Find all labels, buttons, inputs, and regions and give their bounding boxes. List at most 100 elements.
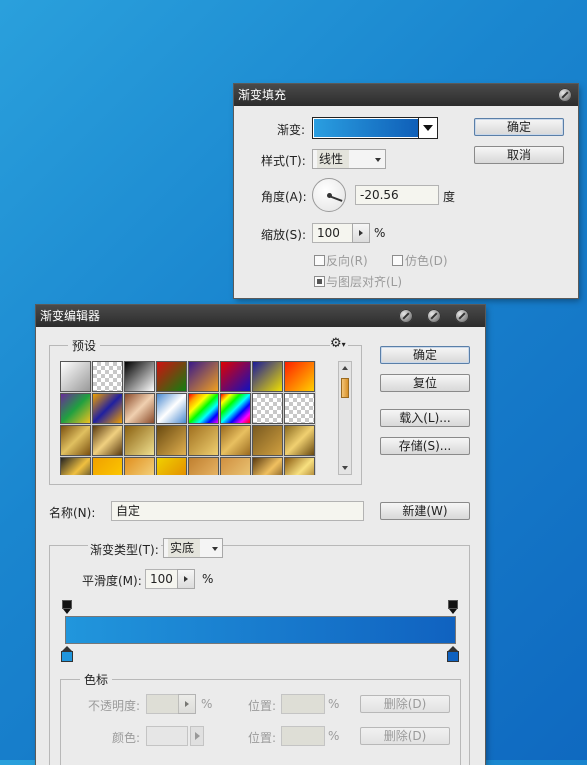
presets-scrollbar[interactable]: [338, 361, 352, 475]
dither-checkbox[interactable]: [392, 255, 403, 266]
preset-swatch[interactable]: [188, 457, 219, 475]
style-label: 样式(T):: [261, 154, 306, 168]
preset-swatch[interactable]: [252, 393, 283, 424]
ok-button[interactable]: 确定: [474, 118, 564, 136]
scroll-thumb[interactable]: [341, 378, 349, 398]
scale-unit: %: [374, 226, 386, 240]
angle-dial-center: [327, 193, 332, 198]
preset-swatch[interactable]: [60, 361, 91, 392]
preset-swatch[interactable]: [284, 393, 315, 424]
gradient-fill-dialog: 渐变填充 渐变: 样式(T): 线性 角度(A): -20.56 度 缩放(S)…: [234, 84, 578, 298]
preset-swatch[interactable]: [220, 425, 251, 456]
align-with-layer-label: 与图层对齐(L): [326, 275, 403, 289]
opacity-stop-left[interactable]: [62, 600, 72, 614]
preset-swatch[interactable]: [92, 425, 123, 456]
gradient-editor-title: 渐变编辑器: [40, 309, 101, 323]
preset-swatch[interactable]: [188, 393, 219, 424]
color-location-unit: %: [328, 729, 340, 743]
gradient-label: 渐变:: [277, 123, 306, 137]
opacity-location-unit: %: [328, 697, 340, 711]
gear-icon[interactable]: ⚙▾: [330, 337, 348, 351]
preset-swatch[interactable]: [124, 393, 155, 424]
gradient-type-value: 实底: [168, 539, 201, 557]
preset-swatch[interactable]: [60, 393, 91, 424]
preset-swatch[interactable]: [124, 457, 155, 475]
close-icon[interactable]: [558, 88, 572, 102]
color-stops-group: [60, 679, 461, 765]
style-select-value: 线性: [317, 150, 350, 168]
color-well-arrow: [190, 726, 204, 746]
scale-input[interactable]: 100: [312, 223, 370, 243]
preset-swatch[interactable]: [156, 393, 187, 424]
preset-swatch[interactable]: [188, 361, 219, 392]
scroll-up-icon[interactable]: [342, 366, 348, 370]
preset-swatch[interactable]: [124, 361, 155, 392]
gradient-fill-titlebar[interactable]: 渐变填充: [234, 84, 578, 106]
gradient-picker[interactable]: [312, 117, 438, 139]
close-icon[interactable]: [455, 309, 469, 323]
preset-swatch[interactable]: [252, 361, 283, 392]
gradient-fill-title: 渐变填充: [238, 88, 287, 102]
opacity-input: [146, 694, 196, 714]
scale-stepper[interactable]: [352, 223, 370, 243]
preset-swatch[interactable]: [284, 425, 315, 456]
color-well: [146, 726, 188, 746]
preset-swatch[interactable]: [220, 393, 251, 424]
reset-button[interactable]: 复位: [380, 374, 470, 392]
preset-swatch[interactable]: [156, 425, 187, 456]
new-button[interactable]: 新建(W): [380, 502, 470, 520]
opacity-location-input: [281, 694, 325, 714]
gradient-dropdown-button[interactable]: [418, 118, 437, 138]
preset-swatch[interactable]: [60, 457, 91, 475]
chevron-down-icon: [375, 158, 381, 162]
opacity-location-label: 位置:: [248, 699, 277, 713]
maximize-icon[interactable]: [427, 309, 441, 323]
preset-swatch[interactable]: [92, 361, 123, 392]
preset-swatch[interactable]: [284, 361, 315, 392]
color-label: 颜色:: [112, 731, 141, 745]
gradient-type-label: 渐变类型(T):: [88, 541, 161, 558]
preset-swatch[interactable]: [92, 457, 123, 475]
gradient-preview[interactable]: [314, 119, 418, 137]
preset-swatch[interactable]: [220, 361, 251, 392]
smoothness-label: 平滑度(M):: [82, 574, 142, 588]
save-button[interactable]: 存储(S)...: [380, 437, 470, 455]
color-stop-left[interactable]: [61, 646, 73, 662]
style-select[interactable]: 线性: [312, 149, 386, 169]
preset-swatch[interactable]: [156, 361, 187, 392]
smoothness-input[interactable]: 100: [145, 569, 195, 589]
scale-input-value: 100: [317, 226, 340, 240]
ok-button[interactable]: 确定: [380, 346, 470, 364]
reverse-checkbox[interactable]: [314, 255, 325, 266]
gradient-editor-dialog: 渐变编辑器 预设 ⚙▾ 确定 复位 载入(L)... 存储(S)... 名称(N…: [36, 305, 485, 765]
gradient-bar[interactable]: [65, 616, 456, 644]
chevron-down-icon: [212, 547, 218, 551]
minimize-icon[interactable]: [399, 309, 413, 323]
angle-dial[interactable]: [312, 178, 346, 212]
smoothness-stepper[interactable]: [177, 569, 195, 589]
opacity-label: 不透明度:: [88, 699, 141, 713]
preset-swatch[interactable]: [252, 457, 283, 475]
align-with-layer-checkbox[interactable]: [314, 276, 325, 287]
preset-swatch[interactable]: [156, 457, 187, 475]
scroll-down-icon[interactable]: [342, 466, 348, 470]
preset-swatch[interactable]: [284, 457, 315, 475]
preset-swatch[interactable]: [92, 393, 123, 424]
preset-swatch[interactable]: [252, 425, 283, 456]
preset-swatch[interactable]: [220, 457, 251, 475]
preset-swatch[interactable]: [60, 425, 91, 456]
gradient-editor-titlebar[interactable]: 渐变编辑器: [36, 305, 485, 327]
gradient-type-select[interactable]: 实底: [163, 538, 223, 558]
color-stop-right[interactable]: [447, 646, 459, 662]
opacity-stop-right[interactable]: [448, 600, 458, 614]
preset-swatch[interactable]: [124, 425, 155, 456]
load-button[interactable]: 载入(L)...: [380, 409, 470, 427]
opacity-stepper: [178, 694, 196, 714]
smoothness-unit: %: [202, 572, 214, 586]
cancel-button[interactable]: 取消: [474, 146, 564, 164]
angle-input[interactable]: -20.56: [355, 185, 439, 205]
delete-opacity-stop-button: 删除(D): [360, 695, 450, 713]
name-input[interactable]: 自定: [111, 501, 364, 521]
delete-color-stop-button: 删除(D): [360, 727, 450, 745]
preset-swatch[interactable]: [188, 425, 219, 456]
